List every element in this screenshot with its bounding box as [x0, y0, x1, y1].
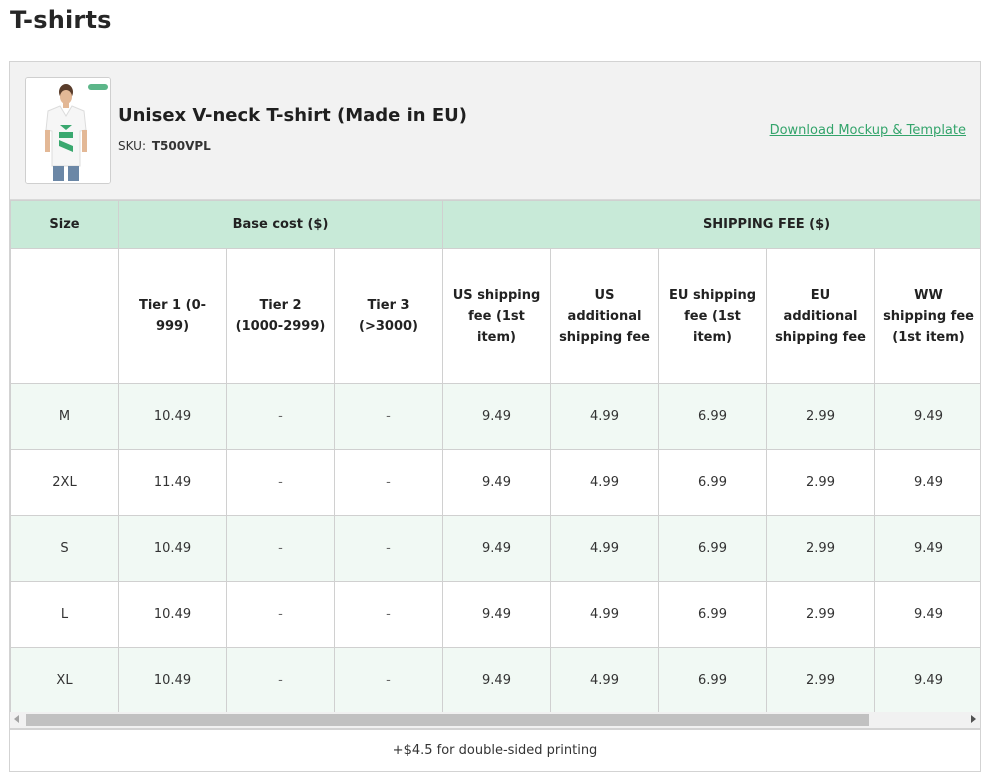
header-ww-first: WW shipping fee (1st item) [874, 248, 980, 384]
header-shipping-fee: SHIPPING FEE ($) [442, 200, 980, 249]
cell-tier2: - [226, 581, 335, 648]
cell-size: 2XL [10, 449, 119, 516]
cell-us-additional: 4.99 [550, 449, 660, 516]
cell-us-first: 9.49 [442, 515, 552, 582]
cell-tier3: - [333, 647, 444, 712]
table-row: S 10.49 - - 9.49 4.99 6.99 2.99 9.49 [10, 515, 980, 582]
product-thumbnail[interactable] [25, 77, 111, 184]
header-us-first: US shipping fee (1st item) [442, 248, 552, 384]
cell-size: L [10, 581, 119, 648]
header-tier2: Tier 2 (1000-2999) [226, 248, 335, 384]
cell-eu-first: 6.99 [658, 383, 768, 450]
pricing-table: Size Base cost ($) SHIPPING FEE ($) Tier… [10, 200, 980, 712]
cell-eu-additional: 2.99 [766, 515, 876, 582]
cell-tier1: 10.49 [118, 647, 227, 712]
cell-us-first: 9.49 [442, 383, 552, 450]
table-row: XL 10.49 - - 9.49 4.99 6.99 2.99 9.49 [10, 647, 980, 712]
header-us-additional: US additional shipping fee [550, 248, 660, 384]
scrollbar-thumb[interactable] [26, 714, 869, 726]
product-name: Unisex V-neck T-shirt (Made in EU) [118, 105, 468, 126]
cell-us-additional: 4.99 [550, 383, 660, 450]
horizontal-scrollbar[interactable] [9, 712, 981, 729]
cell-size: M [10, 383, 119, 450]
cell-ww-first: 9.49 [874, 581, 980, 648]
product-card: Unisex V-neck T-shirt (Made in EU) SKU: … [9, 61, 981, 712]
cell-eu-first: 6.99 [658, 581, 768, 648]
table-row: 2XL 11.49 - - 9.49 4.99 6.99 2.99 9.49 [10, 449, 980, 516]
header-base-cost: Base cost ($) [117, 200, 444, 249]
cell-eu-additional: 2.99 [766, 647, 876, 712]
cell-size: S [10, 515, 119, 582]
cell-eu-first: 6.99 [658, 515, 768, 582]
cell-us-first: 9.49 [442, 647, 552, 712]
download-mockup-link[interactable]: Download Mockup & Template [770, 123, 966, 138]
cell-tier1: 11.49 [118, 449, 227, 516]
sku-value: T500VPL [151, 139, 211, 153]
page-title: T-shirts [10, 6, 112, 34]
cell-eu-additional: 2.99 [766, 383, 876, 450]
cell-us-additional: 4.99 [550, 647, 660, 712]
cell-ww-first: 9.49 [874, 449, 980, 516]
cell-tier3: - [333, 581, 444, 648]
cell-tier2: - [226, 515, 335, 582]
cell-eu-additional: 2.99 [766, 449, 876, 516]
cell-ww-first: 9.49 [874, 383, 980, 450]
product-header: Unisex V-neck T-shirt (Made in EU) SKU: … [10, 62, 980, 200]
table-row: L 10.49 - - 9.49 4.99 6.99 2.99 9.49 [10, 581, 980, 648]
cell-us-additional: 4.99 [550, 581, 660, 648]
header-size-blank [10, 248, 119, 384]
cell-eu-first: 6.99 [658, 647, 768, 712]
cell-us-first: 9.49 [442, 581, 552, 648]
cell-tier3: - [333, 449, 444, 516]
header-size: Size [10, 200, 119, 249]
header-tier3: Tier 3 (>3000) [333, 248, 444, 384]
cell-eu-first: 6.99 [658, 449, 768, 516]
cell-tier1: 10.49 [118, 383, 227, 450]
scroll-left-arrow-icon[interactable] [14, 715, 19, 723]
table-row: M 10.49 - - 9.49 4.99 6.99 2.99 9.49 [10, 383, 980, 450]
cell-ww-first: 9.49 [874, 647, 980, 712]
cell-tier2: - [226, 449, 335, 516]
tshirt-model-photo-icon [26, 78, 110, 183]
cell-tier2: - [226, 647, 335, 712]
cell-size: XL [10, 647, 119, 712]
cell-us-additional: 4.99 [550, 515, 660, 582]
header-eu-first: EU shipping fee (1st item) [658, 248, 768, 384]
product-sku: SKU: T500VPL [118, 139, 211, 153]
cell-tier3: - [333, 515, 444, 582]
cell-us-first: 9.49 [442, 449, 552, 516]
double-sided-note: +$4.5 for double-sided printing [9, 729, 981, 772]
cell-eu-additional: 2.99 [766, 581, 876, 648]
sku-label: SKU: [118, 139, 146, 153]
cell-tier3: - [333, 383, 444, 450]
cell-tier1: 10.49 [118, 581, 227, 648]
cell-tier1: 10.49 [118, 515, 227, 582]
header-eu-additional: EU additional shipping fee [766, 248, 876, 384]
header-tier1: Tier 1 (0-999) [118, 248, 227, 384]
cell-ww-first: 9.49 [874, 515, 980, 582]
cell-tier2: - [226, 383, 335, 450]
scroll-right-arrow-icon[interactable] [971, 715, 976, 723]
